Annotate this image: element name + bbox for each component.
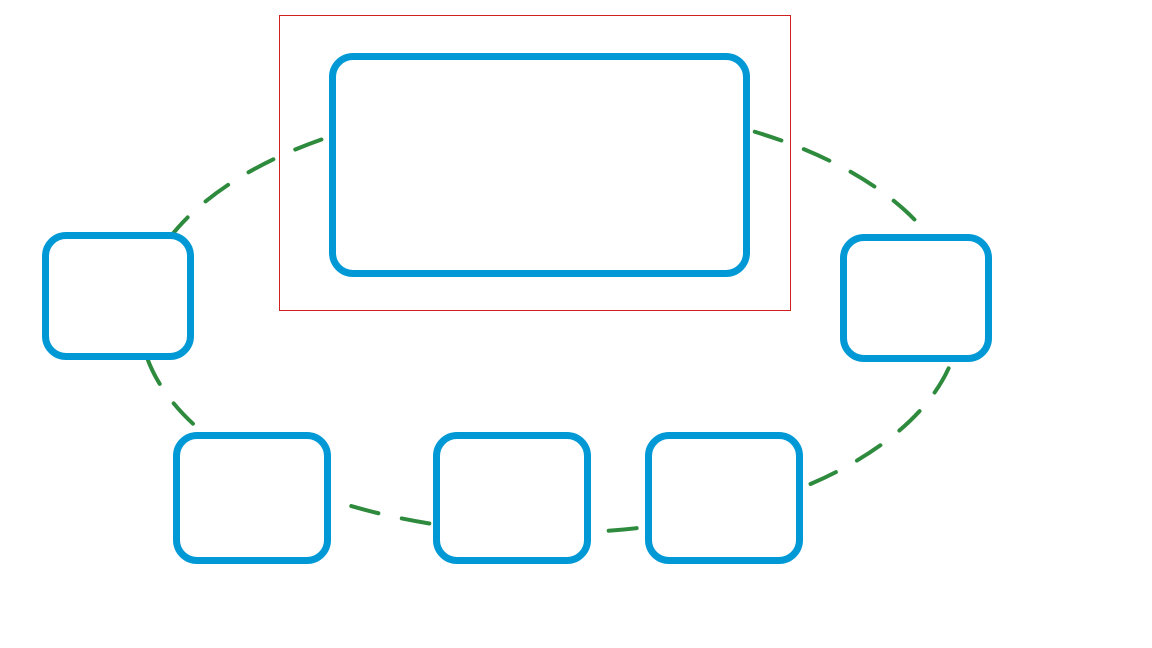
blue-box-bottom-right [645, 432, 803, 564]
blue-box-bottom-left [173, 432, 331, 564]
blue-box-right [840, 234, 992, 362]
blue-box-center-large [329, 53, 750, 277]
diagram-canvas [0, 0, 1152, 648]
blue-box-bottom-mid [433, 432, 591, 564]
blue-box-left [42, 232, 194, 360]
